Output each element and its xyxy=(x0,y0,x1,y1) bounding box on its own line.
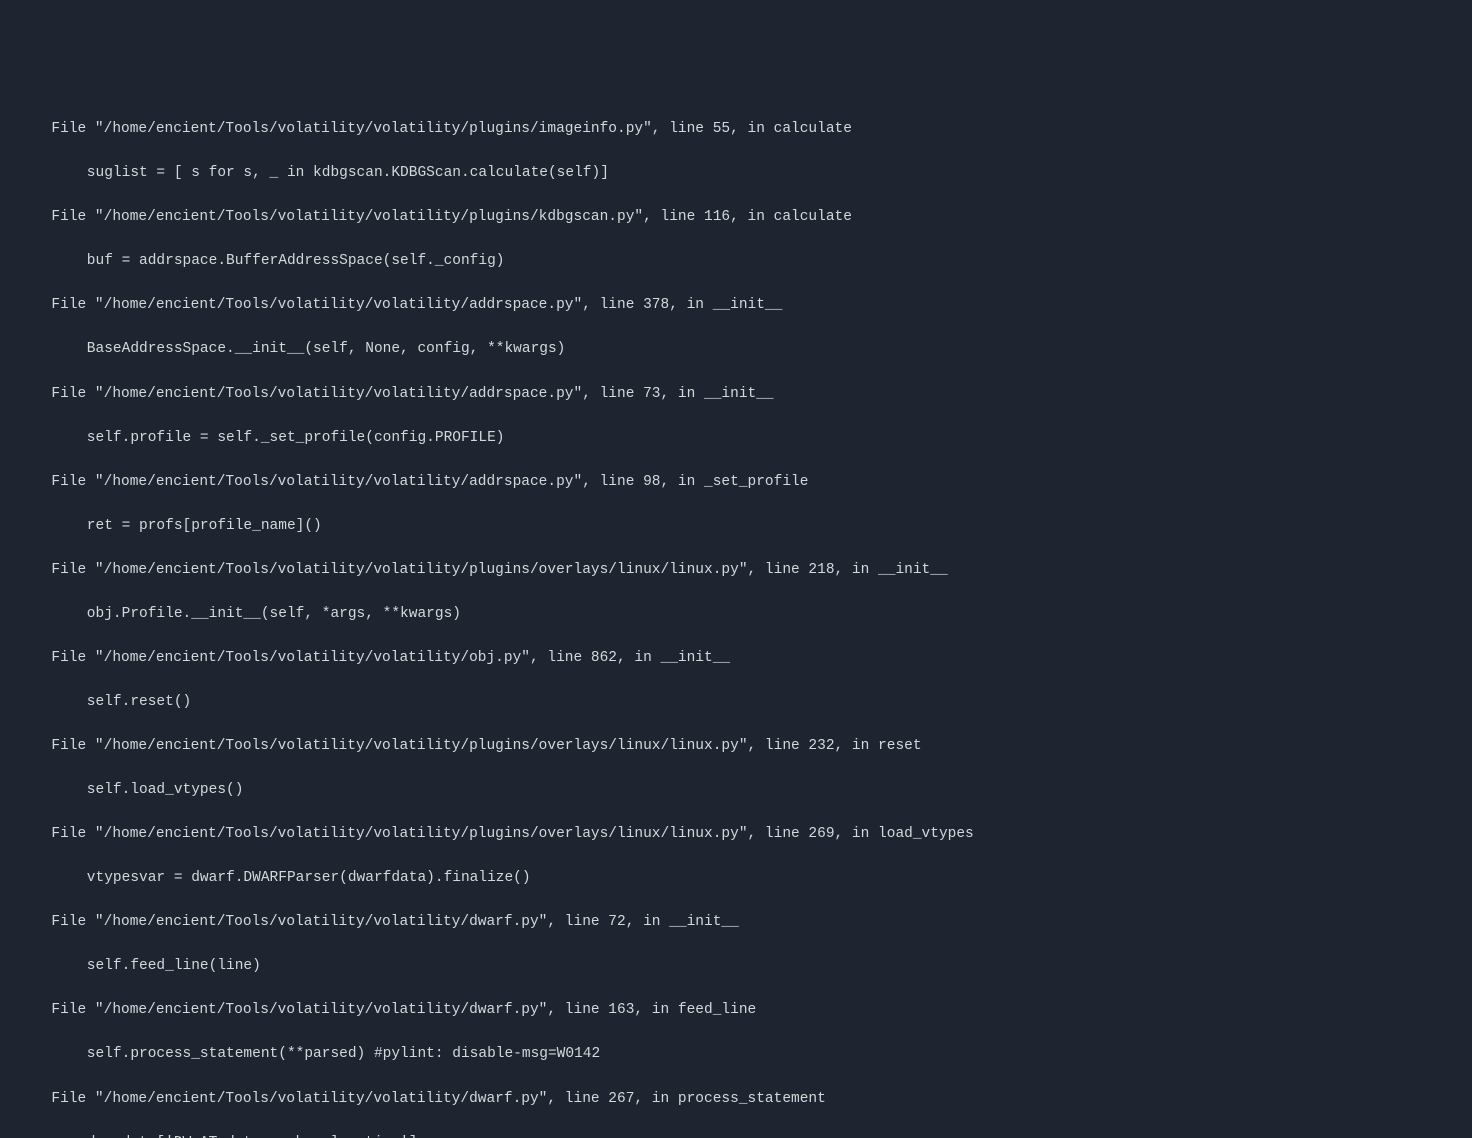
traceback-file-line: File "/home/encient/Tools/volatility/vol… xyxy=(4,206,1468,228)
traceback-code-line: d = data['DW_AT_data_member_location'] xyxy=(4,1132,1468,1138)
traceback-code-line: self.reset() xyxy=(4,691,1468,713)
traceback-code-line: self.process_statement(**parsed) #pylint… xyxy=(4,1043,1468,1065)
traceback-file-line: File "/home/encient/Tools/volatility/vol… xyxy=(4,735,1468,757)
traceback-file-line: File "/home/encient/Tools/volatility/vol… xyxy=(4,559,1468,581)
traceback-code-line: BaseAddressSpace.__init__(self, None, co… xyxy=(4,338,1468,360)
traceback-code-line: buf = addrspace.BufferAddressSpace(self.… xyxy=(4,250,1468,272)
traceback-file-line: File "/home/encient/Tools/volatility/vol… xyxy=(4,823,1468,845)
traceback-file-line: File "/home/encient/Tools/volatility/vol… xyxy=(4,294,1468,316)
traceback-code-line: self.load_vtypes() xyxy=(4,779,1468,801)
terminal-output: File "/home/encient/Tools/volatility/vol… xyxy=(4,96,1468,1138)
traceback-file-line: File "/home/encient/Tools/volatility/vol… xyxy=(4,1088,1468,1110)
traceback-file-line: File "/home/encient/Tools/volatility/vol… xyxy=(4,471,1468,493)
traceback-code-line: self.profile = self._set_profile(config.… xyxy=(4,427,1468,449)
traceback-file-line: File "/home/encient/Tools/volatility/vol… xyxy=(4,118,1468,140)
traceback-code-line: self.feed_line(line) xyxy=(4,955,1468,977)
traceback-code-line: obj.Profile.__init__(self, *args, **kwar… xyxy=(4,603,1468,625)
traceback-file-line: File "/home/encient/Tools/volatility/vol… xyxy=(4,911,1468,933)
traceback-file-line: File "/home/encient/Tools/volatility/vol… xyxy=(4,999,1468,1021)
traceback-code-line: vtypesvar = dwarf.DWARFParser(dwarfdata)… xyxy=(4,867,1468,889)
traceback-file-line: File "/home/encient/Tools/volatility/vol… xyxy=(4,383,1468,405)
traceback-code-line: ret = profs[profile_name]() xyxy=(4,515,1468,537)
traceback-code-line: suglist = [ s for s, _ in kdbgscan.KDBGS… xyxy=(4,162,1468,184)
traceback-file-line: File "/home/encient/Tools/volatility/vol… xyxy=(4,647,1468,669)
